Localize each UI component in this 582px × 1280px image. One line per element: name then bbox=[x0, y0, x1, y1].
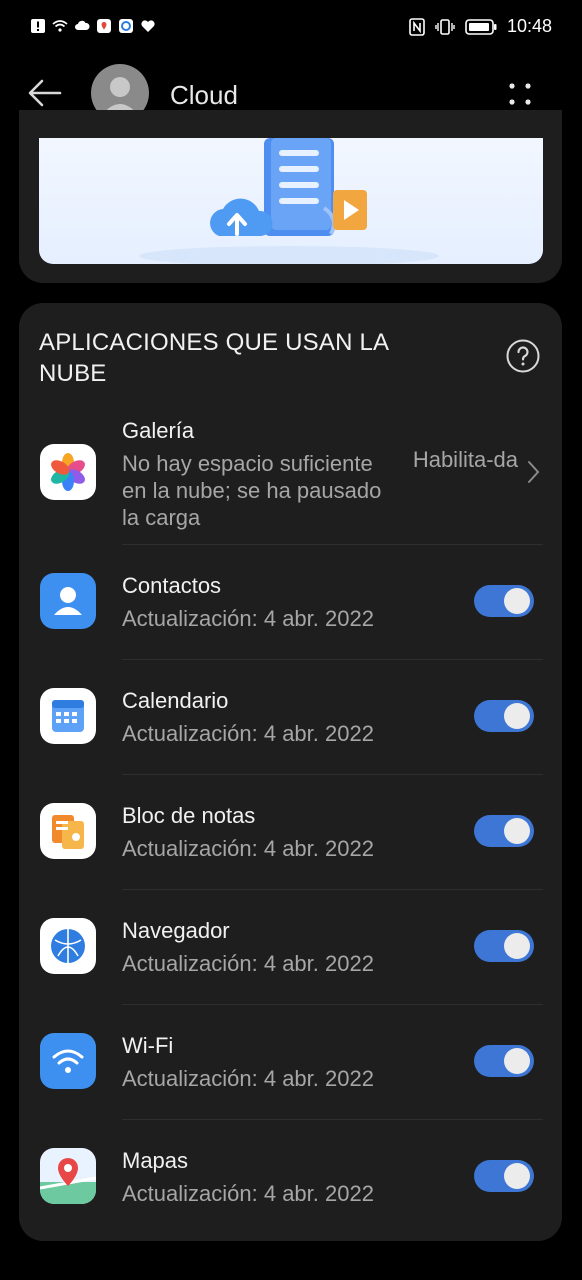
app-subtitle: No hay espacio suficiente en la nube; se… bbox=[122, 451, 382, 530]
battery-icon bbox=[465, 18, 497, 35]
gallery-icon bbox=[40, 444, 96, 500]
app-subtitle: Actualización: 4 abr. 2022 bbox=[122, 1181, 374, 1206]
sync-toggle[interactable] bbox=[474, 1160, 534, 1192]
notepad-icon bbox=[40, 803, 96, 859]
app-name: Calendario bbox=[122, 688, 229, 713]
wifi-status-icon bbox=[52, 20, 68, 32]
cloud-status-icon bbox=[75, 20, 90, 30]
status-bar: 10:48 bbox=[0, 0, 582, 58]
maps-notification-icon bbox=[97, 19, 111, 33]
app-name: Mapas bbox=[122, 1148, 189, 1173]
back-arrow-icon[interactable] bbox=[24, 72, 66, 114]
heart-icon bbox=[141, 20, 155, 32]
contacts-icon bbox=[40, 573, 96, 629]
sync-toggle[interactable] bbox=[474, 815, 534, 847]
sync-toggle[interactable] bbox=[474, 585, 534, 617]
app-notification-icon bbox=[119, 19, 133, 33]
app-name: Navegador bbox=[122, 918, 230, 943]
sync-toggle[interactable] bbox=[474, 1045, 534, 1077]
app-status: Habilita-da bbox=[412, 447, 518, 472]
app-row-notepad[interactable]: Bloc de notas Actualización: 4 abr. 2022 bbox=[19, 775, 562, 890]
app-row-gallery[interactable]: Galería No hay espacio suficiente en la … bbox=[19, 408, 562, 545]
app-row-maps[interactable]: Mapas Actualización: 4 abr. 2022 bbox=[19, 1120, 562, 1235]
app-name: Contactos bbox=[122, 573, 222, 598]
app-subtitle: Actualización: 4 abr. 2022 bbox=[122, 1066, 374, 1091]
clock: 10:48 bbox=[506, 16, 552, 36]
nfc-icon bbox=[409, 17, 425, 36]
section-title: APLICACIONES QUE USAN LA NUBE bbox=[39, 329, 388, 387]
app-name: Galería bbox=[122, 418, 195, 443]
maps-icon bbox=[40, 1148, 96, 1204]
notification-icons bbox=[30, 18, 156, 34]
calendar-icon bbox=[40, 688, 96, 744]
app-subtitle: Actualización: 4 abr. 2022 bbox=[122, 951, 374, 976]
help-icon[interactable] bbox=[505, 338, 541, 374]
cloud-banner bbox=[39, 138, 543, 264]
app-name: Bloc de notas bbox=[122, 803, 256, 828]
more-options-icon[interactable] bbox=[500, 74, 540, 114]
sync-toggle[interactable] bbox=[474, 930, 534, 962]
app-row-contacts[interactable]: Contactos Actualización: 4 abr. 2022 bbox=[19, 545, 562, 660]
cloud-backup-illustration bbox=[139, 138, 439, 264]
vibrate-icon bbox=[435, 18, 455, 35]
chevron-right-icon bbox=[528, 461, 540, 483]
alert-icon bbox=[31, 19, 45, 33]
wifi-icon bbox=[40, 1033, 96, 1089]
app-row-wifi[interactable]: Wi-Fi Actualización: 4 abr. 2022 bbox=[19, 1005, 562, 1120]
sync-toggle[interactable] bbox=[474, 700, 534, 732]
app-row-calendar[interactable]: Calendario Actualización: 4 abr. 2022 bbox=[19, 660, 562, 775]
app-row-browser[interactable]: Navegador Actualización: 4 abr. 2022 bbox=[19, 890, 562, 1005]
system-icons: 10:48 bbox=[409, 16, 552, 37]
app-subtitle: Actualización: 4 abr. 2022 bbox=[122, 836, 374, 861]
app-subtitle: Actualización: 4 abr. 2022 bbox=[122, 721, 374, 746]
browser-icon bbox=[40, 918, 96, 974]
app-name: Wi-Fi bbox=[122, 1033, 174, 1058]
page-title: Cloud bbox=[170, 80, 238, 110]
app-subtitle: Actualización: 4 abr. 2022 bbox=[122, 606, 374, 631]
